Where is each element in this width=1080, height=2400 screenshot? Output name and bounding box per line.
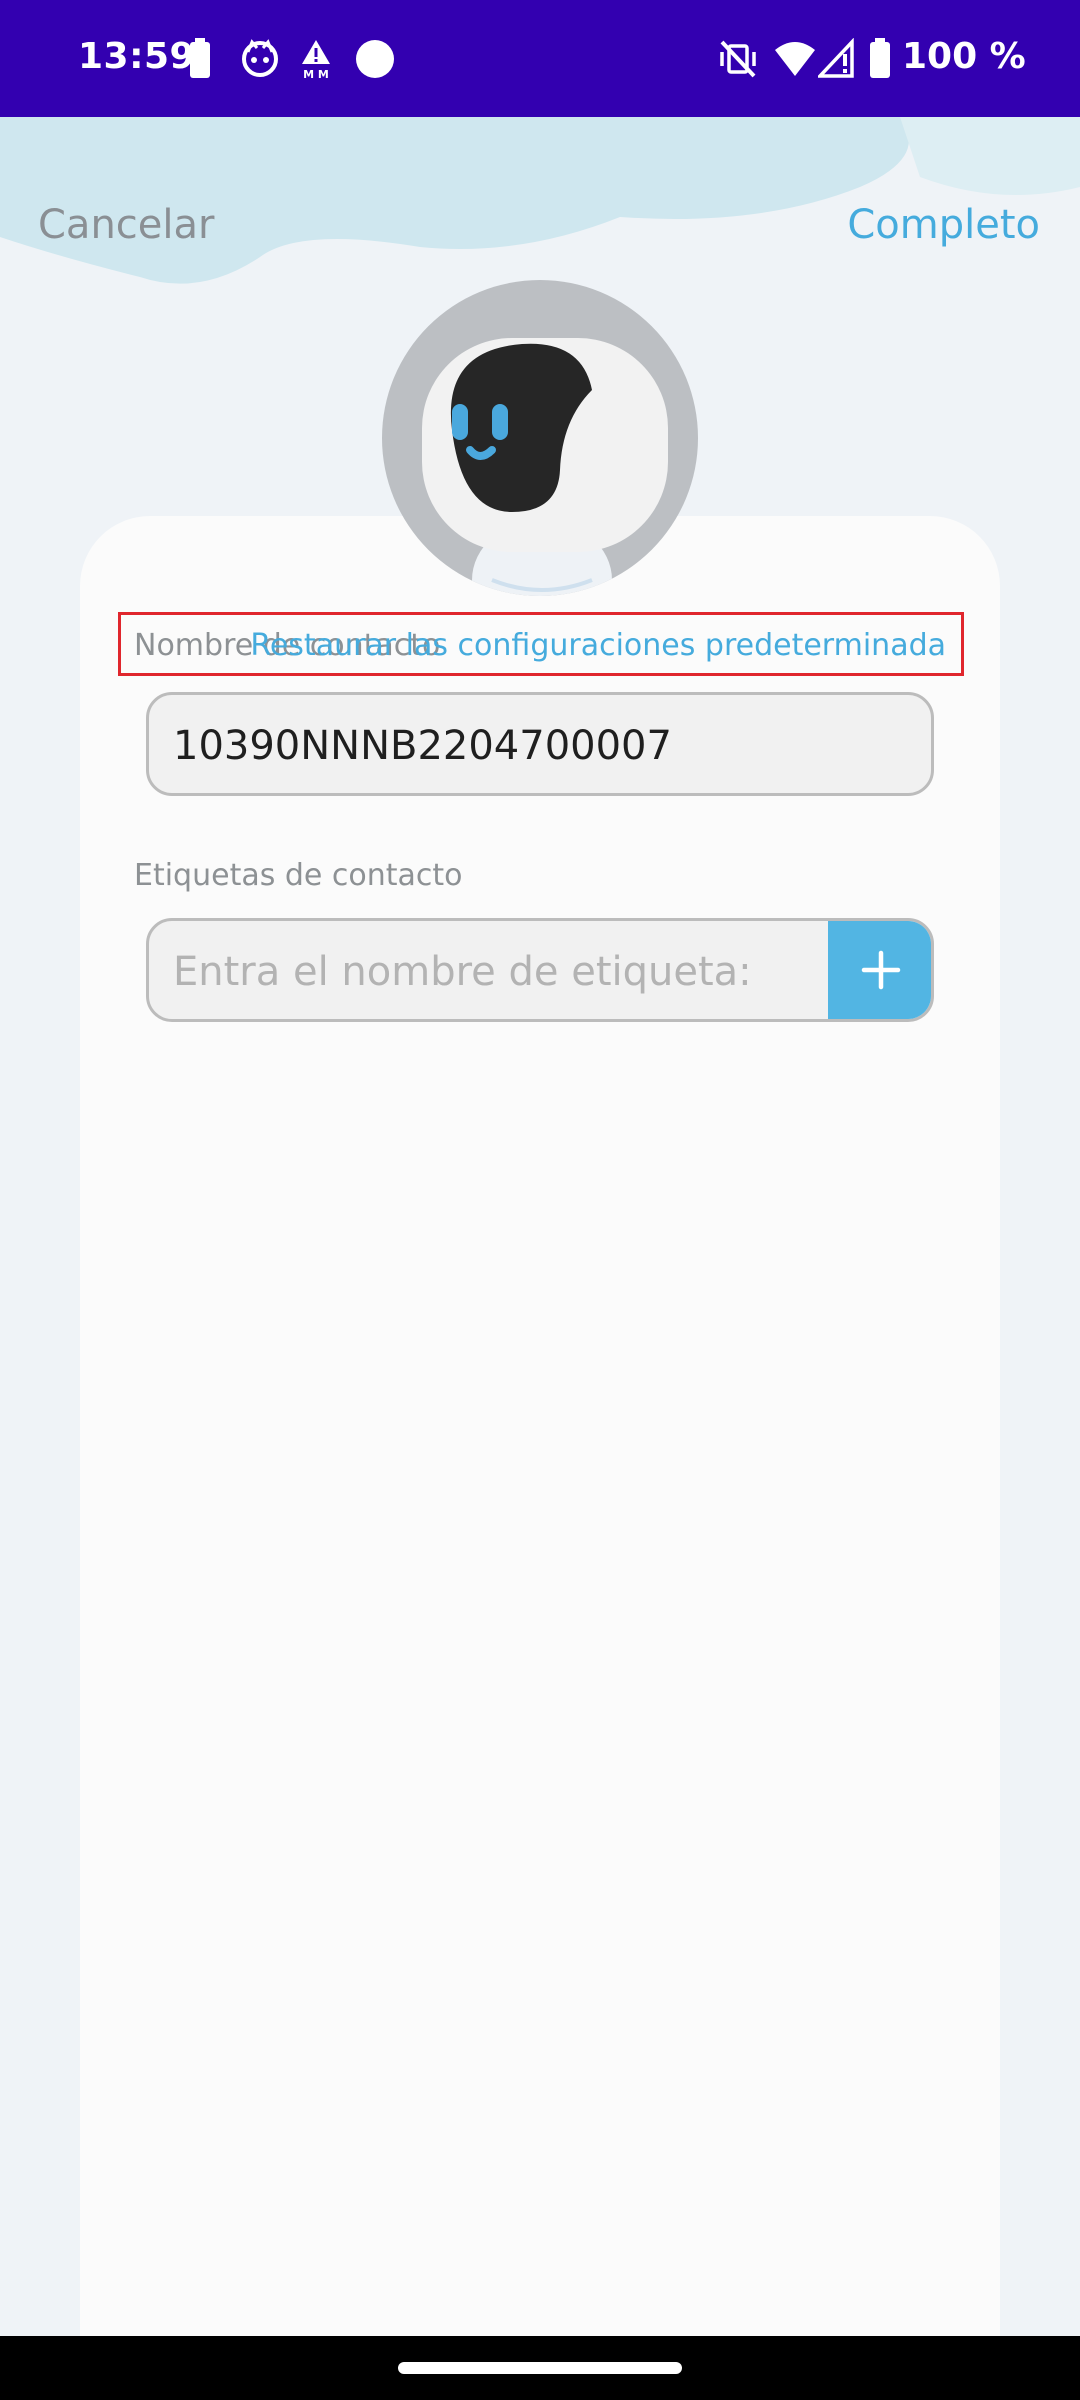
- form-card: [80, 516, 1000, 2400]
- status-bar: 13:59 M M 100 %: [0, 0, 1080, 117]
- status-time: 13:59: [78, 36, 196, 77]
- tag-name-input[interactable]: Entra el nombre de etiqueta:: [146, 918, 934, 1022]
- tag-name-placeholder: Entra el nombre de etiqueta:: [173, 949, 752, 995]
- cat-notification-icon: [240, 38, 280, 85]
- svg-text:M M: M M: [303, 68, 329, 80]
- battery-full-icon: [868, 38, 892, 85]
- contact-name-input[interactable]: 10390NNNB2204700007: [146, 692, 934, 796]
- robot-avatar-icon: [422, 338, 668, 596]
- wifi-icon: [774, 38, 816, 85]
- contact-name-value: 10390NNNB2204700007: [173, 723, 672, 769]
- vibrate-off-icon: [718, 38, 758, 85]
- restore-defaults-link[interactable]: Restaurar las configuraciones predetermi…: [250, 628, 946, 663]
- battery-icon: [188, 38, 212, 85]
- signal-icon: [815, 37, 854, 85]
- circle-icon: [354, 38, 396, 85]
- battery-percentage: 100 %: [902, 36, 1026, 77]
- complete-button[interactable]: Completo: [847, 202, 1040, 248]
- contact-tags-label: Etiquetas de contacto: [134, 858, 463, 893]
- home-handle[interactable]: [398, 2362, 682, 2374]
- mm-warning-icon: M M: [298, 38, 334, 85]
- plus-icon: [861, 950, 901, 990]
- navigation-bar: [0, 2336, 1080, 2400]
- avatar[interactable]: [382, 280, 698, 596]
- add-tag-button[interactable]: [828, 921, 931, 1019]
- cancel-button[interactable]: Cancelar: [38, 202, 214, 248]
